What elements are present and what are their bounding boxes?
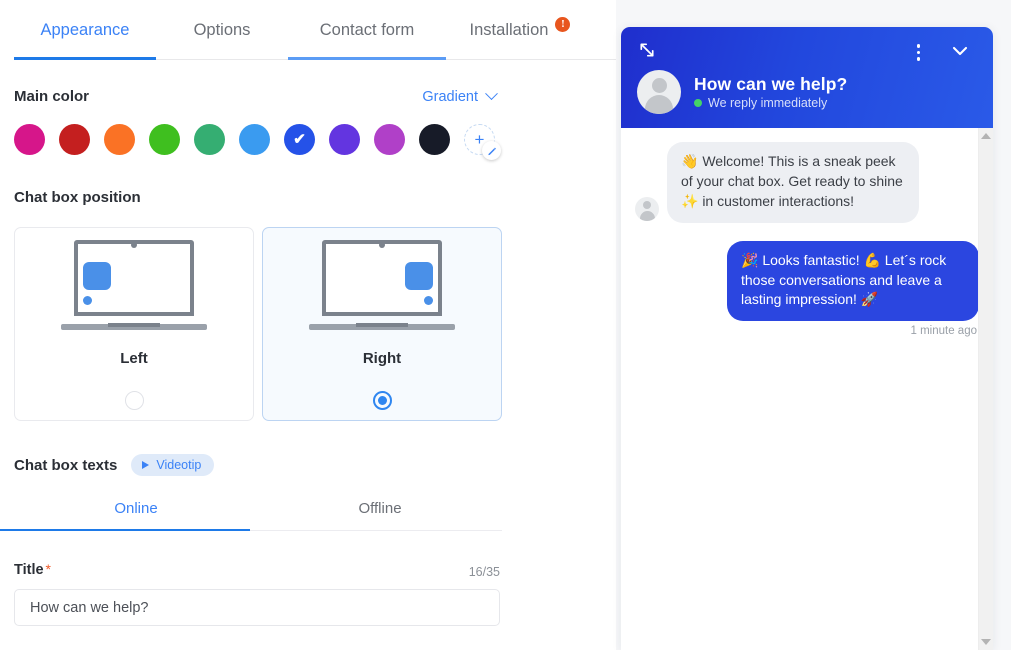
tab-appearance-label: Appearance <box>40 21 130 39</box>
message-avatar <box>635 196 659 221</box>
alert-badge-icon: ! <box>555 17 571 32</box>
check-icon: ✔ <box>293 131 306 148</box>
chevron-down-icon <box>485 87 498 101</box>
color-swatch-light-blue[interactable] <box>239 124 270 155</box>
message-timestamp: 1 minute ago <box>910 325 978 338</box>
chat-texts-label: Chat box texts <box>14 456 118 474</box>
chat-widget-status: We reply immediately <box>694 96 847 110</box>
videotip-button[interactable]: Videotip <box>131 454 215 476</box>
tab-contact-form-underline <box>288 57 446 60</box>
tab-contact-form-label: Contact form <box>319 21 415 39</box>
color-swatch-teal-green[interactable] <box>194 124 225 155</box>
tab-contact-form[interactable]: Contact form <box>288 1 446 60</box>
color-swatch-wrap <box>419 124 464 155</box>
settings-content: Main color Gradient ✔ + Chat box position… <box>0 87 616 626</box>
color-swatch-wrap <box>329 124 374 155</box>
preview-pane: How can we help? We reply immediately 👋 … <box>616 0 1011 650</box>
chat-position-label: Chat box position <box>14 189 141 206</box>
chat-message-outgoing: 🎉 Looks fantastic! 💪 Let´s rock those co… <box>635 240 979 322</box>
chat-message-list: 👋 Welcome! This is a sneak peek of your … <box>621 128 993 650</box>
tab-appearance-underline <box>14 57 156 60</box>
chat-widget-header: How can we help? We reply immediately <box>621 27 993 128</box>
main-color-header: Main color Gradient <box>14 87 602 105</box>
title-char-counter: 16/35 <box>468 565 500 579</box>
color-swatch-orange[interactable] <box>104 124 135 155</box>
chat-widget-status-label: We reply immediately <box>708 96 828 110</box>
title-field-group: Title * 16/35 <box>14 561 500 626</box>
title-field-header: Title * 16/35 <box>14 561 500 579</box>
main-tabbar: Appearance Options Contact form Installa… <box>0 0 616 60</box>
tab-installation[interactable]: Installation ! <box>446 1 594 60</box>
chat-widget-titleblock: How can we help? We reply immediately <box>694 74 847 110</box>
videotip-label: Videotip <box>156 458 202 472</box>
subtab-offline-label: Offline <box>358 500 402 517</box>
avatar <box>637 70 681 114</box>
color-swatch-list: ✔ + <box>14 124 602 160</box>
color-swatch-wrap <box>194 124 239 155</box>
tab-options-label: Options <box>193 21 251 39</box>
tab-options[interactable]: Options <box>156 1 288 60</box>
color-swatch-magenta[interactable] <box>374 124 405 155</box>
online-dot-icon <box>694 99 702 107</box>
color-swatch-red[interactable] <box>59 124 90 155</box>
color-swatch-purple[interactable] <box>329 124 360 155</box>
gradient-dropdown-label: Gradient <box>422 88 478 105</box>
color-swatch-pink[interactable] <box>14 124 45 155</box>
title-input[interactable] <box>14 589 500 626</box>
pencil-icon[interactable] <box>482 141 501 160</box>
subtab-offline[interactable]: Offline <box>258 500 502 531</box>
color-swatch-wrap <box>374 124 419 155</box>
color-swatch-green[interactable] <box>149 124 180 155</box>
settings-pane: Appearance Options Contact form Installa… <box>0 0 616 650</box>
color-swatch-blue[interactable]: ✔ <box>284 124 315 155</box>
position-option-right[interactable]: Right <box>262 227 502 421</box>
chat-texts-subtabs: Online Offline <box>0 500 502 531</box>
color-swatch-wrap <box>149 124 194 155</box>
color-swatch-wrap: ✔ <box>284 124 329 155</box>
position-radio-left[interactable] <box>124 391 144 410</box>
gradient-dropdown[interactable]: Gradient <box>422 87 602 105</box>
position-option-left[interactable]: Left <box>14 227 254 421</box>
color-swatch-wrap <box>104 124 149 155</box>
color-swatch-wrap <box>59 124 104 155</box>
play-icon <box>142 461 150 469</box>
minimize-chevron-icon[interactable] <box>949 40 971 67</box>
subtab-online-label: Online <box>114 500 158 517</box>
chat-position-options: Left Right <box>14 227 602 421</box>
tab-options-underline <box>156 57 288 60</box>
chat-scrollbar[interactable] <box>978 128 993 650</box>
title-field-label: Title <box>14 562 44 578</box>
chat-widget-preview: How can we help? We reply immediately 👋 … <box>621 27 993 650</box>
add-color-button[interactable]: + <box>464 124 501 160</box>
color-swatch-black[interactable] <box>419 124 450 155</box>
position-radio-right[interactable] <box>372 391 392 410</box>
position-option-right-label: Right <box>362 350 402 367</box>
main-color-label: Main color <box>14 88 90 105</box>
tab-installation-underline <box>446 57 594 60</box>
title-field-label-wrap: Title * <box>14 561 51 579</box>
color-swatch-wrap <box>14 124 59 155</box>
chat-texts-header: Chat box texts Videotip <box>14 454 602 476</box>
scroll-down-icon[interactable] <box>981 639 991 645</box>
position-option-left-label: Left <box>120 350 148 367</box>
message-bubble: 👋 Welcome! This is a sneak peek of your … <box>667 142 919 223</box>
more-options-icon[interactable] <box>914 41 924 64</box>
color-swatch-wrap <box>239 124 284 155</box>
required-marker: * <box>45 561 51 577</box>
color-swatch-add-wrap: + <box>464 124 509 160</box>
scroll-up-icon[interactable] <box>981 133 991 139</box>
tab-appearance[interactable]: Appearance <box>14 1 156 60</box>
message-bubble: 🎉 Looks fantastic! 💪 Let´s rock those co… <box>727 240 979 322</box>
laptop-right-icon <box>309 240 455 336</box>
chat-widget-identity: How can we help? We reply immediately <box>637 70 847 114</box>
chat-widget-title: How can we help? <box>694 74 848 94</box>
chat-message-incoming: 👋 Welcome! This is a sneak peek of your … <box>635 142 979 223</box>
expand-icon[interactable] <box>637 40 657 65</box>
subtab-online[interactable]: Online <box>0 500 258 531</box>
tab-installation-label: Installation <box>469 21 549 39</box>
app-root: Appearance Options Contact form Installa… <box>0 0 1011 650</box>
laptop-left-icon <box>61 240 207 336</box>
